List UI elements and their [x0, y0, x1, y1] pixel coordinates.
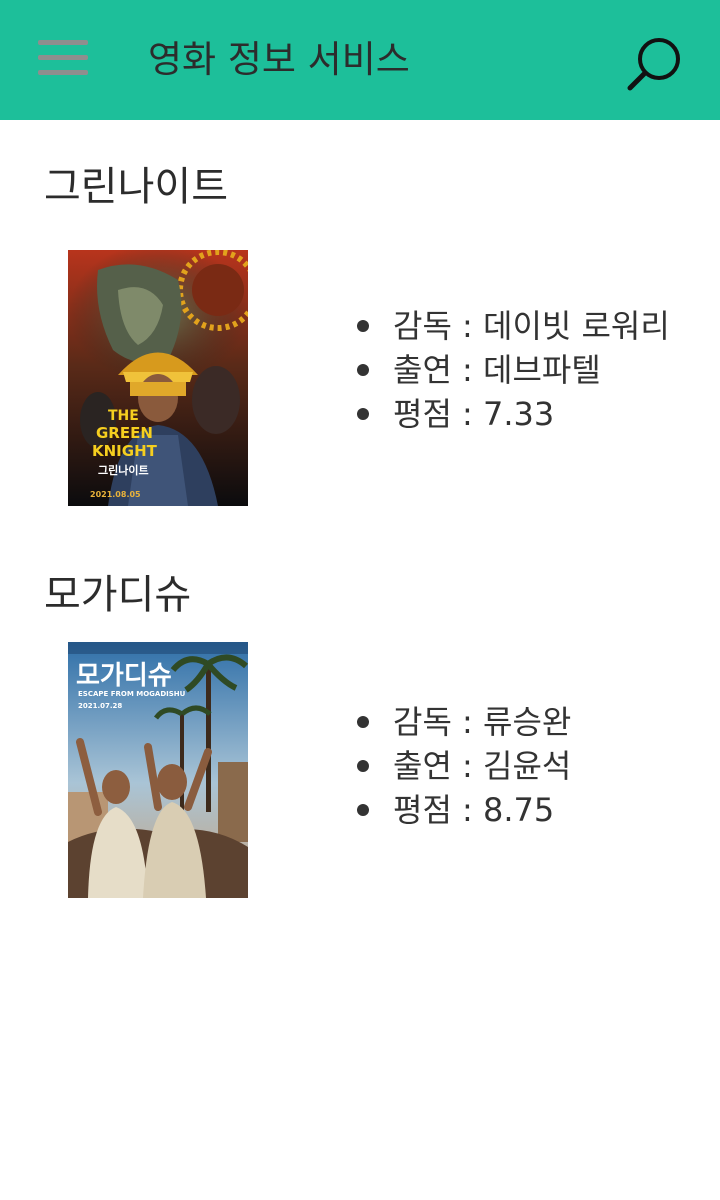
poster-title-line: THE [108, 408, 139, 424]
movie-title[interactable]: 그린나이트 [44, 162, 228, 212]
poster-title-line: GREEN [96, 424, 153, 442]
poster-subtitle: ESCAPE FROM MOGADISHU [78, 690, 186, 698]
hamburger-menu-icon[interactable] [38, 38, 90, 80]
poster-korean-title: 그린나이트 [98, 463, 149, 477]
poster-title-line: KNIGHT [92, 442, 158, 460]
poster-date: 2021.08.05 [90, 490, 141, 499]
poster-date: 2021.07.28 [78, 702, 122, 710]
poster-korean-title: 모가디슈 [76, 661, 172, 691]
rating-item: 평점 : 8.75 [355, 788, 571, 832]
app-bar: 영화 정보 서비스 [0, 0, 720, 120]
menu-line [38, 70, 88, 75]
movie-title[interactable]: 모가디슈 [44, 570, 191, 620]
search-icon[interactable] [624, 34, 686, 96]
cast-item: 출연 : 김윤석 [355, 744, 571, 788]
movie-poster-green-knight[interactable]: THE GREEN KNIGHT 그린나이트 2021.08.05 [68, 250, 248, 506]
menu-line [38, 55, 88, 60]
director-item: 감독 : 데이빗 로워리 [355, 304, 670, 348]
cast-item: 출연 : 데브파텔 [355, 348, 670, 392]
menu-line [38, 40, 88, 45]
movie-info-list: 감독 : 류승완 출연 : 김윤석 평점 : 8.75 [355, 700, 571, 832]
app-title: 영화 정보 서비스 [148, 38, 410, 81]
movie-info-list: 감독 : 데이빗 로워리 출연 : 데브파텔 평점 : 7.33 [355, 304, 670, 436]
movie-poster-mogadishu[interactable]: 모가디슈 ESCAPE FROM MOGADISHU 2021.07.28 [68, 642, 248, 898]
rating-item: 평점 : 7.33 [355, 392, 670, 436]
director-item: 감독 : 류승완 [355, 700, 571, 744]
